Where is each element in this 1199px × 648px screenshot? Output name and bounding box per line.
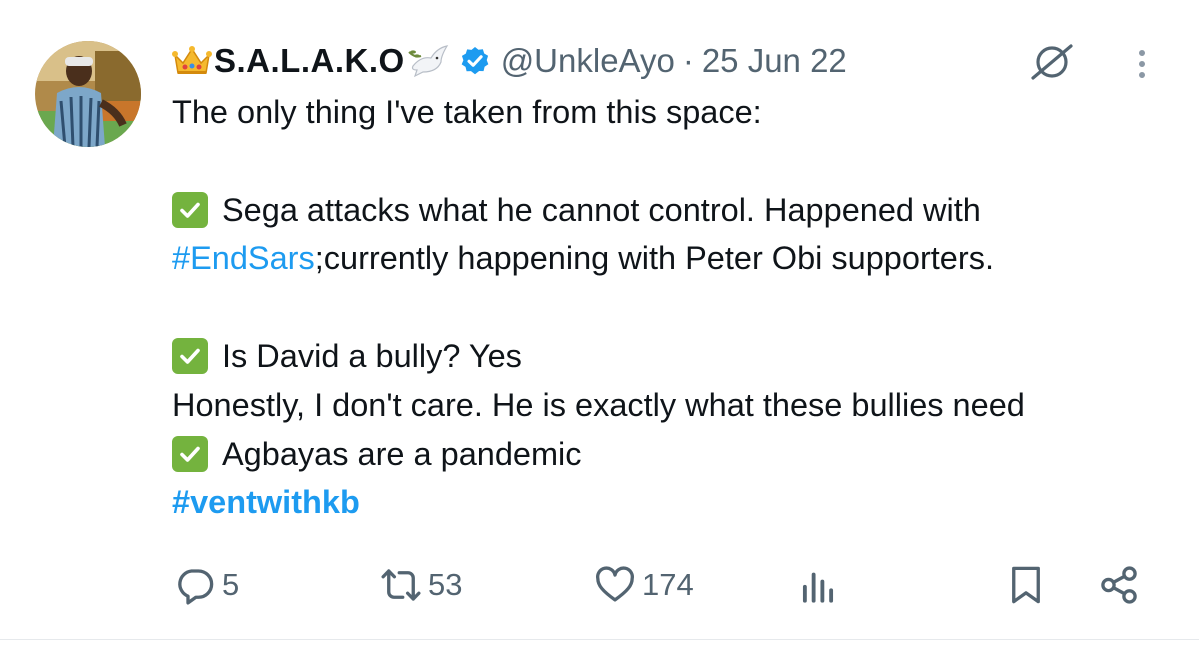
like-count: 174: [642, 567, 694, 602]
check-mark-icon: [172, 191, 208, 228]
line-text: Agbayas are a pandemic: [222, 435, 582, 472]
reply-count: 5: [222, 567, 240, 602]
line-text: Sega attacks what he cannot control. Hap…: [222, 191, 981, 228]
bookmark-icon: [1012, 566, 1040, 604]
hashtag-link[interactable]: #ventwithkb: [172, 478, 360, 527]
checklist-item: Sega attacks what he cannot control. Hap…: [172, 186, 1182, 235]
avatar-photo: [35, 41, 141, 147]
tweet-header: S.A.L.A.K.O @UnkleAyo · 25 Jun 22: [172, 38, 1132, 84]
checklist-item: Is David a bully? Yes: [172, 332, 1182, 381]
crown-icon: [172, 46, 212, 74]
hashtag-link[interactable]: #EndSars: [172, 234, 315, 283]
line-text: ;currently happening with Peter Obi supp…: [314, 240, 994, 277]
bookmark-button[interactable]: [1005, 560, 1047, 610]
tweet-text: The only thing I've taken from this spac…: [172, 88, 1182, 527]
repost-icon: [381, 569, 421, 601]
share-icon: [1101, 566, 1137, 604]
verified-icon: [461, 47, 489, 75]
action-bar: 5 53 174: [0, 560, 1199, 610]
display-name[interactable]: S.A.L.A.K.O: [214, 42, 405, 80]
timestamp[interactable]: 25 Jun 22: [702, 42, 847, 80]
check-mark-icon: [172, 435, 208, 472]
avatar[interactable]: [35, 41, 141, 147]
check-mark-icon: [172, 338, 208, 375]
text-line: #EndSars ;currently happening with Peter …: [172, 234, 1182, 283]
text-line: Honestly, I don't care. He is exactly wh…: [172, 381, 1182, 430]
line-text: Is David a bully? Yes: [222, 337, 522, 374]
checklist-item: Agbayas are a pandemic: [172, 430, 1182, 479]
more-icon[interactable]: [1132, 44, 1152, 84]
line-text: Honestly, I don't care. He is exactly wh…: [172, 386, 1025, 423]
repost-button[interactable]: 53: [380, 560, 462, 610]
grok-icon[interactable]: [1026, 40, 1078, 84]
like-button[interactable]: 174: [594, 560, 694, 610]
divider: [0, 639, 1199, 640]
views-button[interactable]: [797, 560, 839, 610]
line-text: The only thing I've taken from this spac…: [172, 94, 762, 130]
views-icon: [802, 572, 834, 603]
repost-count: 53: [428, 567, 463, 602]
reply-button[interactable]: 5: [174, 560, 239, 610]
text-line: The only thing I've taken from this spac…: [172, 88, 1182, 137]
tweet-card[interactable]: S.A.L.A.K.O @UnkleAyo · 25 Jun 22 The on…: [0, 0, 1199, 648]
separator-dot: ·: [682, 42, 694, 79]
share-button[interactable]: [1098, 560, 1140, 610]
like-icon: [596, 566, 634, 602]
reply-icon: [178, 569, 214, 605]
dove-icon: [407, 45, 448, 78]
text-line: #ventwithkb: [172, 478, 1182, 527]
author-handle[interactable]: @UnkleAyo: [501, 42, 675, 80]
